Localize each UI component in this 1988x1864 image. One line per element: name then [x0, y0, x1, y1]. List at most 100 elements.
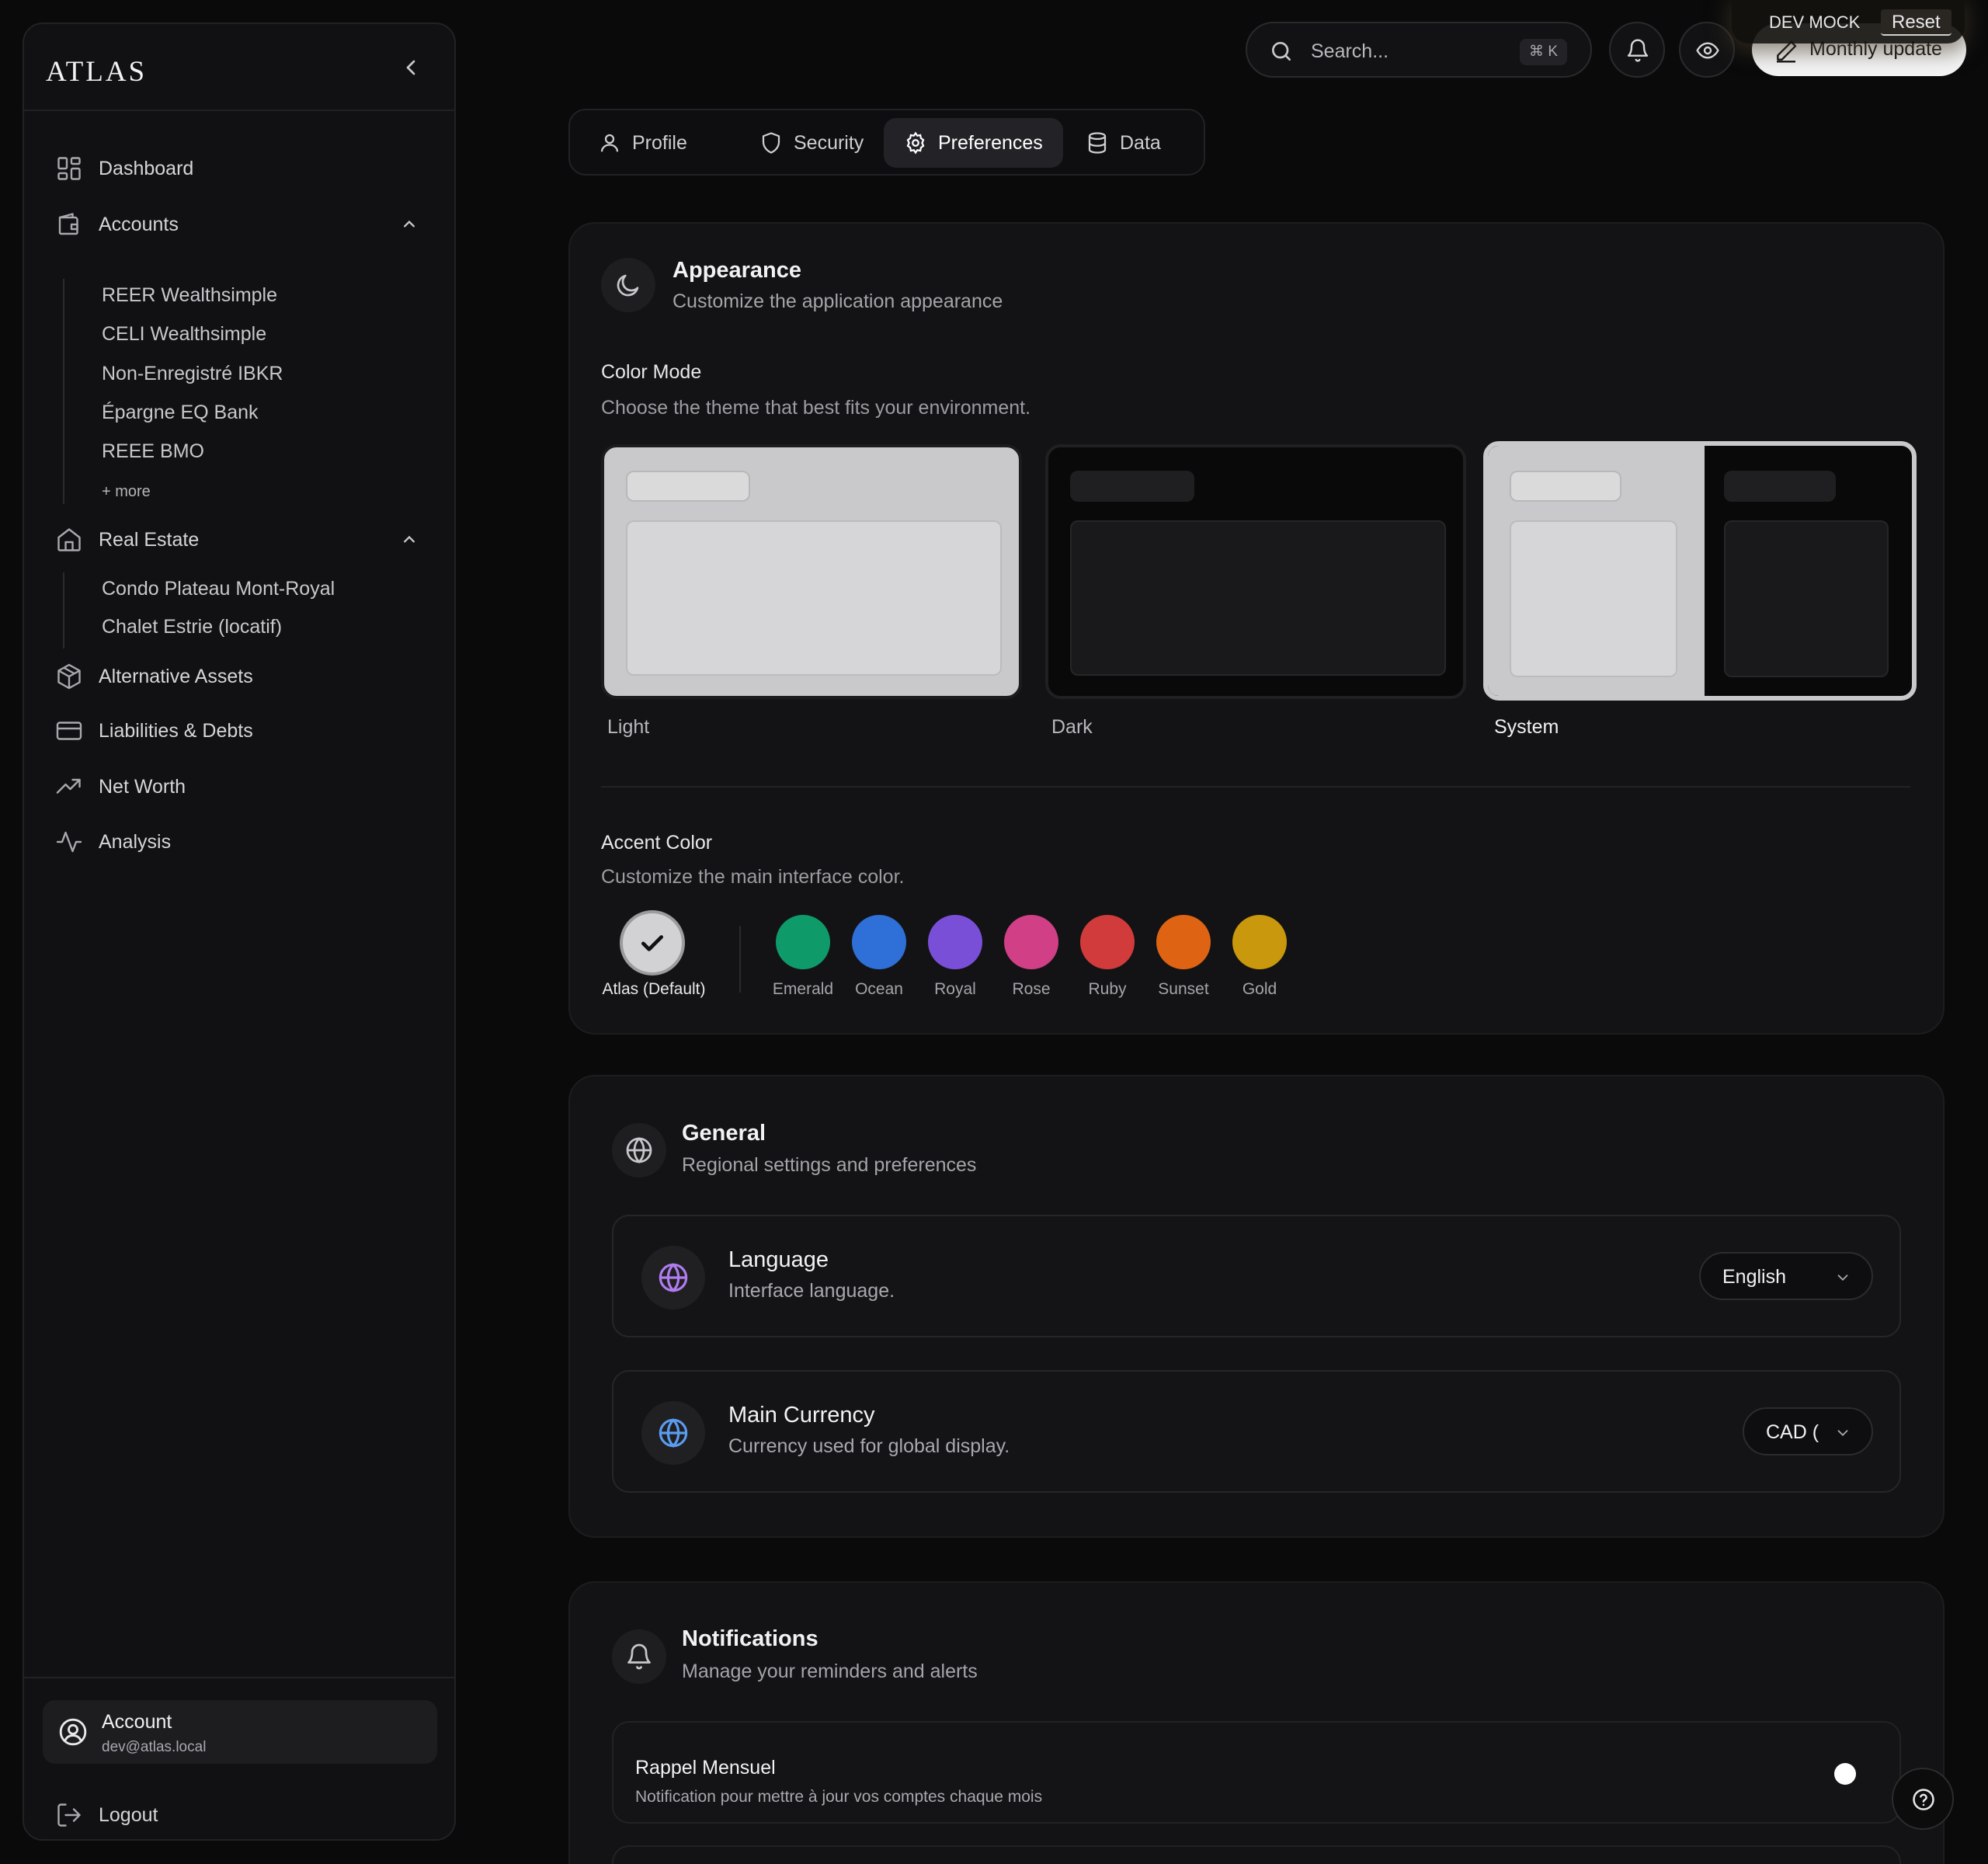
privacy-toggle-button[interactable] — [1679, 22, 1735, 78]
sidebar-header: ATLAS — [24, 24, 454, 111]
notification-subtitle: Notification pour mettre à jour vos comp… — [635, 1788, 1043, 1806]
collapse-sidebar-button[interactable] — [398, 55, 423, 80]
reset-button[interactable]: Reset — [1881, 9, 1952, 36]
moon-icon — [617, 274, 639, 297]
theme-label-system: System — [1494, 716, 1559, 738]
currency-value: CAD ( — [1766, 1421, 1819, 1443]
account-item[interactable]: Non-Enregistré IBKR — [102, 363, 283, 385]
account-email: dev@atlas.local — [102, 1739, 207, 1755]
theme-preview-panel — [1724, 520, 1889, 677]
sidebar-item-label: Liabilities & Debts — [99, 719, 253, 742]
account-item[interactable]: Épargne EQ Bank — [102, 402, 259, 424]
account-item[interactable]: REEE BMO — [102, 440, 204, 463]
logout-label: Logout — [99, 1803, 158, 1826]
accent-swatch-rose[interactable] — [1004, 915, 1058, 969]
eye-icon — [1696, 42, 1719, 59]
logout-button[interactable]: Logout — [55, 1798, 158, 1832]
theme-label-light: Light — [607, 716, 650, 738]
color-mode-title: Color Mode — [601, 361, 702, 383]
real-estate-item[interactable]: Chalet Estrie (locatif) — [102, 616, 282, 638]
sidebar-item-alternative-assets[interactable]: Alternative Assets — [55, 659, 253, 694]
notifications-button[interactable] — [1609, 22, 1665, 78]
sidebar: ATLAS Dashboard Accounts REER Wealthsimp… — [23, 23, 456, 1841]
currency-title: Main Currency — [728, 1403, 875, 1428]
notifications-title: Notifications — [682, 1626, 818, 1651]
tab-profile[interactable]: Profile — [578, 118, 707, 168]
language-value: English — [1722, 1266, 1786, 1288]
chevron-up-icon[interactable] — [398, 529, 420, 551]
accent-swatch-sunset[interactable] — [1156, 915, 1211, 969]
account-item[interactable]: REER Wealthsimple — [102, 284, 277, 307]
language-subtitle: Interface language. — [728, 1280, 895, 1302]
home-icon — [57, 528, 81, 551]
more-accounts-link[interactable]: + more — [102, 483, 151, 501]
bell-icon — [627, 1643, 651, 1670]
theme-option-light[interactable] — [601, 444, 1022, 699]
currency-setting-row: Main Currency Currency used for global d… — [612, 1370, 1901, 1493]
settings-tabs: Profile Security Preferences Data — [568, 109, 1205, 176]
monthly-reminder-toggle[interactable] — [1834, 1763, 1856, 1785]
account-item[interactable]: CELI Wealthsimple — [102, 323, 266, 346]
sidebar-item-analysis[interactable]: Analysis — [55, 825, 171, 859]
accent-swatch-royal[interactable] — [928, 915, 982, 969]
accent-label: Atlas (Default) — [602, 980, 706, 998]
account-name: Account — [102, 1711, 172, 1733]
accent-label: Gold — [1242, 980, 1277, 998]
theme-label-dark: Dark — [1051, 716, 1093, 738]
chevron-left-icon — [406, 60, 415, 75]
app-logo[interactable]: ATLAS — [46, 55, 147, 89]
user-circle-icon — [59, 1718, 87, 1746]
sidebar-item-accounts[interactable]: Accounts — [55, 207, 179, 242]
user-icon — [600, 134, 619, 152]
sidebar-item-real-estate[interactable]: Real Estate — [55, 523, 199, 557]
section-divider — [601, 786, 1910, 788]
theme-option-dark[interactable] — [1045, 444, 1466, 699]
theme-preview-pill — [1724, 471, 1836, 502]
general-subtitle: Regional settings and preferences — [682, 1154, 977, 1176]
color-mode-subtitle: Choose the theme that best fits your env… — [601, 397, 1031, 419]
tab-security[interactable]: Security — [739, 118, 884, 168]
appearance-subtitle: Customize the application appearance — [673, 290, 1003, 312]
accent-color-subtitle: Customize the main interface color. — [601, 866, 905, 888]
accent-swatch-atlas-default[interactable] — [620, 910, 685, 975]
chevron-down-icon — [1837, 1430, 1848, 1437]
sidebar-item-net-worth[interactable]: Net Worth — [55, 770, 186, 804]
theme-preview-panel — [626, 520, 1002, 676]
tab-data[interactable]: Data — [1065, 118, 1181, 168]
bell-icon — [1627, 39, 1649, 62]
sidebar-item-label: Real Estate — [99, 528, 200, 551]
help-button[interactable] — [1892, 1768, 1954, 1830]
tab-label: Profile — [632, 131, 687, 154]
theme-option-system[interactable] — [1483, 441, 1917, 701]
accent-color-title: Accent Color — [601, 832, 713, 854]
general-title: General — [682, 1121, 766, 1146]
search-placeholder: Search... — [1311, 40, 1389, 62]
database-icon — [1088, 132, 1107, 154]
chevron-up-icon[interactable] — [398, 214, 420, 235]
currency-select[interactable]: CAD ( — [1743, 1407, 1873, 1455]
accent-swatch-gold[interactable] — [1232, 915, 1287, 969]
trending-up-icon — [56, 778, 81, 794]
sidebar-item-liabilities[interactable]: Liabilities & Debts — [55, 714, 253, 748]
language-select[interactable]: English — [1699, 1252, 1873, 1300]
account-menu[interactable]: Account dev@atlas.local — [43, 1700, 437, 1764]
real-estate-item[interactable]: Condo Plateau Mont-Royal — [102, 578, 335, 600]
sidebar-item-dashboard[interactable]: Dashboard — [55, 151, 193, 186]
sidebar-item-label: Analysis — [99, 830, 172, 853]
search-shortcut-badge: ⌘ K — [1520, 39, 1567, 65]
box-icon — [57, 663, 81, 690]
accent-swatch-ruby[interactable] — [1080, 915, 1135, 969]
globe-icon — [626, 1137, 652, 1163]
theme-preview-panel — [1070, 520, 1446, 676]
search-input[interactable]: Search... ⌘ K — [1246, 22, 1592, 78]
language-setting-row: Language Interface language. English — [612, 1215, 1901, 1337]
activity-icon — [56, 831, 82, 853]
tab-preferences[interactable]: Preferences — [884, 118, 1063, 168]
chevron-down-icon — [1837, 1275, 1848, 1282]
language-title: Language — [728, 1247, 829, 1272]
notification-title: Rappel Mensuel — [635, 1757, 776, 1779]
accent-swatch-ocean[interactable] — [852, 915, 906, 969]
dashboard-icon — [57, 157, 81, 180]
accent-swatch-emerald[interactable] — [776, 915, 830, 969]
appearance-icon-tile — [601, 258, 655, 312]
